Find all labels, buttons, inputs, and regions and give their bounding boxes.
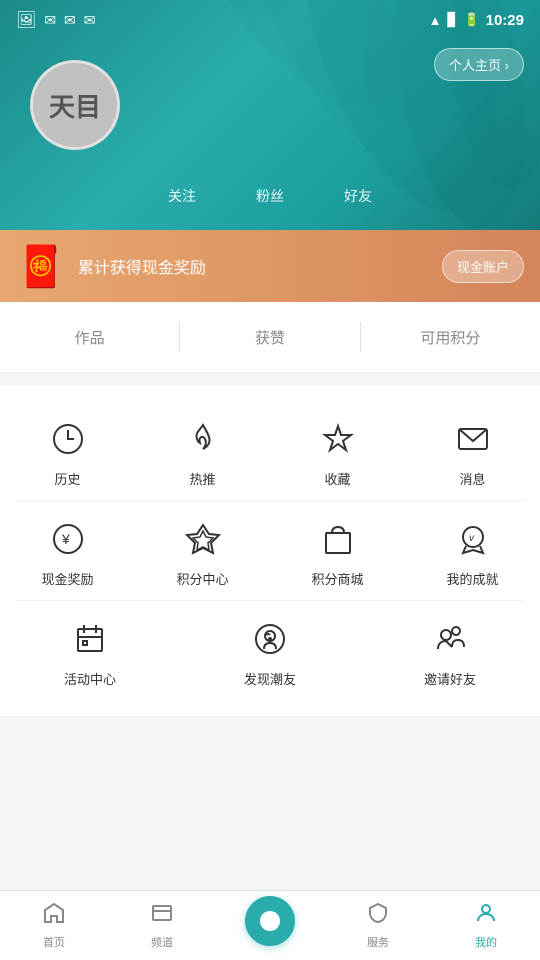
nav-mine-label: 我的 [475, 934, 497, 950]
stat-follow-label: 关注 [168, 186, 196, 206]
collect-icon [316, 417, 360, 461]
stats-points[interactable]: 可用积分 [361, 327, 540, 348]
center-dot [260, 911, 280, 931]
stats-likes-label: 获赞 [255, 327, 285, 348]
message-icon [451, 417, 495, 461]
image-icon: 🖼 [16, 10, 36, 30]
cash-account-label: 现金账户 [457, 260, 509, 275]
nav-service-label: 服务 [367, 934, 389, 950]
status-left: 🖼 ✉ ✉ ✉ [16, 10, 96, 30]
menu-item-points[interactable]: 积分中心 [135, 501, 270, 600]
stats-works[interactable]: 作品 [0, 327, 179, 348]
hot-icon [181, 417, 225, 461]
stat-friends-label: 好友 [344, 186, 372, 206]
stats-likes[interactable]: 获赞 [180, 327, 359, 348]
menu-item-collect[interactable]: 收藏 [270, 401, 405, 500]
banner-icon: 🧧 [16, 243, 66, 290]
banner-text: 累计获得现金奖励 [78, 254, 442, 278]
mail-icon-2: ✉ [64, 12, 76, 29]
battery-icon: 🔋 [463, 12, 479, 28]
nav-item-mine[interactable]: 我的 [432, 891, 540, 960]
avatar: 天目 [30, 60, 120, 150]
personal-page-button[interactable]: 个人主页 › [434, 48, 524, 81]
svg-text:v: v [469, 533, 475, 544]
nav-item-channel[interactable]: 频道 [108, 891, 216, 960]
nav-home-label: 首页 [43, 934, 65, 950]
nav-item-home[interactable]: 首页 [0, 891, 108, 960]
menu-item-cash[interactable]: ¥ 现金奖励 [0, 501, 135, 600]
cash-account-button[interactable]: 现金账户 [442, 250, 524, 283]
nav-channel-label: 频道 [151, 934, 173, 950]
menu-message-label: 消息 [459, 469, 485, 488]
svg-text:¥: ¥ [61, 531, 70, 547]
menu-activity-label: 活动中心 [64, 669, 116, 688]
mail-icon-3: ✉ [84, 12, 96, 29]
stat-friends[interactable]: 好友 [344, 186, 372, 206]
menu-item-hot[interactable]: 热推 [135, 401, 270, 500]
menu-achievement-label: 我的成就 [446, 569, 498, 588]
points-icon [181, 517, 225, 561]
menu-history-label: 历史 [54, 469, 80, 488]
menu-hot-label: 热推 [189, 469, 215, 488]
menu-grid-2: ¥ 现金奖励 积分中心 积分商城 [0, 501, 540, 600]
avatar-area: 天目 [30, 60, 120, 150]
menu-item-discover[interactable]: 发现潮友 [180, 601, 360, 700]
stat-fans-label: 粉丝 [256, 186, 284, 206]
nav-item-center[interactable] [216, 891, 324, 960]
stats-works-label: 作品 [75, 327, 105, 348]
cash-icon: ¥ [46, 517, 90, 561]
menu-item-activity[interactable]: 活动中心 [0, 601, 180, 700]
center-button[interactable] [245, 896, 295, 946]
menu-grid-1: 历史 热推 收藏 [0, 401, 540, 500]
home-icon [42, 901, 66, 930]
menu-item-achievement[interactable]: v 我的成就 [405, 501, 540, 600]
menu-points-label: 积分中心 [176, 569, 228, 588]
stats-row: 作品 获赞 可用积分 [0, 302, 540, 373]
menu-section-1: 历史 热推 收藏 [0, 385, 540, 716]
menu-grid-3: 活动中心 发现潮友 [0, 601, 540, 700]
menu-collect-label: 收藏 [324, 469, 350, 488]
mine-icon [474, 901, 498, 930]
mail-icon-1: ✉ [44, 12, 56, 29]
stat-follow[interactable]: 关注 [168, 186, 196, 206]
status-bar: 🖼 ✉ ✉ ✉ ▲ ▊ 🔋 10:29 [0, 0, 540, 40]
cash-banner[interactable]: 🧧 累计获得现金奖励 现金账户 [0, 230, 540, 302]
profile-stats: 关注 粉丝 好友 [0, 186, 540, 206]
menu-invite-label: 邀请好友 [424, 669, 476, 688]
bottom-nav: 首页 频道 服务 我的 [0, 890, 540, 960]
status-time: 10:29 [486, 12, 524, 29]
menu-discover-label: 发现潮友 [244, 669, 296, 688]
menu-item-invite[interactable]: 邀请好友 [360, 601, 540, 700]
signal-icon: ▊ [447, 12, 457, 28]
invite-icon [428, 617, 472, 661]
avatar-text: 天目 [49, 87, 101, 124]
discover-icon [248, 617, 292, 661]
history-icon [46, 417, 90, 461]
stat-fans[interactable]: 粉丝 [256, 186, 284, 206]
shop-icon [316, 517, 360, 561]
personal-page-label: 个人主页 › [449, 55, 509, 74]
menu-shop-label: 积分商城 [311, 569, 363, 588]
stats-points-label: 可用积分 [420, 327, 480, 348]
status-right: ▲ ▊ 🔋 10:29 [429, 12, 524, 29]
activity-icon [68, 617, 112, 661]
menu-item-shop[interactable]: 积分商城 [270, 501, 405, 600]
menu-item-message[interactable]: 消息 [405, 401, 540, 500]
menu-cash-label: 现金奖励 [41, 569, 93, 588]
wifi-icon: ▲ [429, 13, 442, 28]
menu-item-history[interactable]: 历史 [0, 401, 135, 500]
nav-item-service[interactable]: 服务 [324, 891, 432, 960]
channel-icon [150, 901, 174, 930]
achievement-icon: v [451, 517, 495, 561]
service-icon [366, 901, 390, 930]
